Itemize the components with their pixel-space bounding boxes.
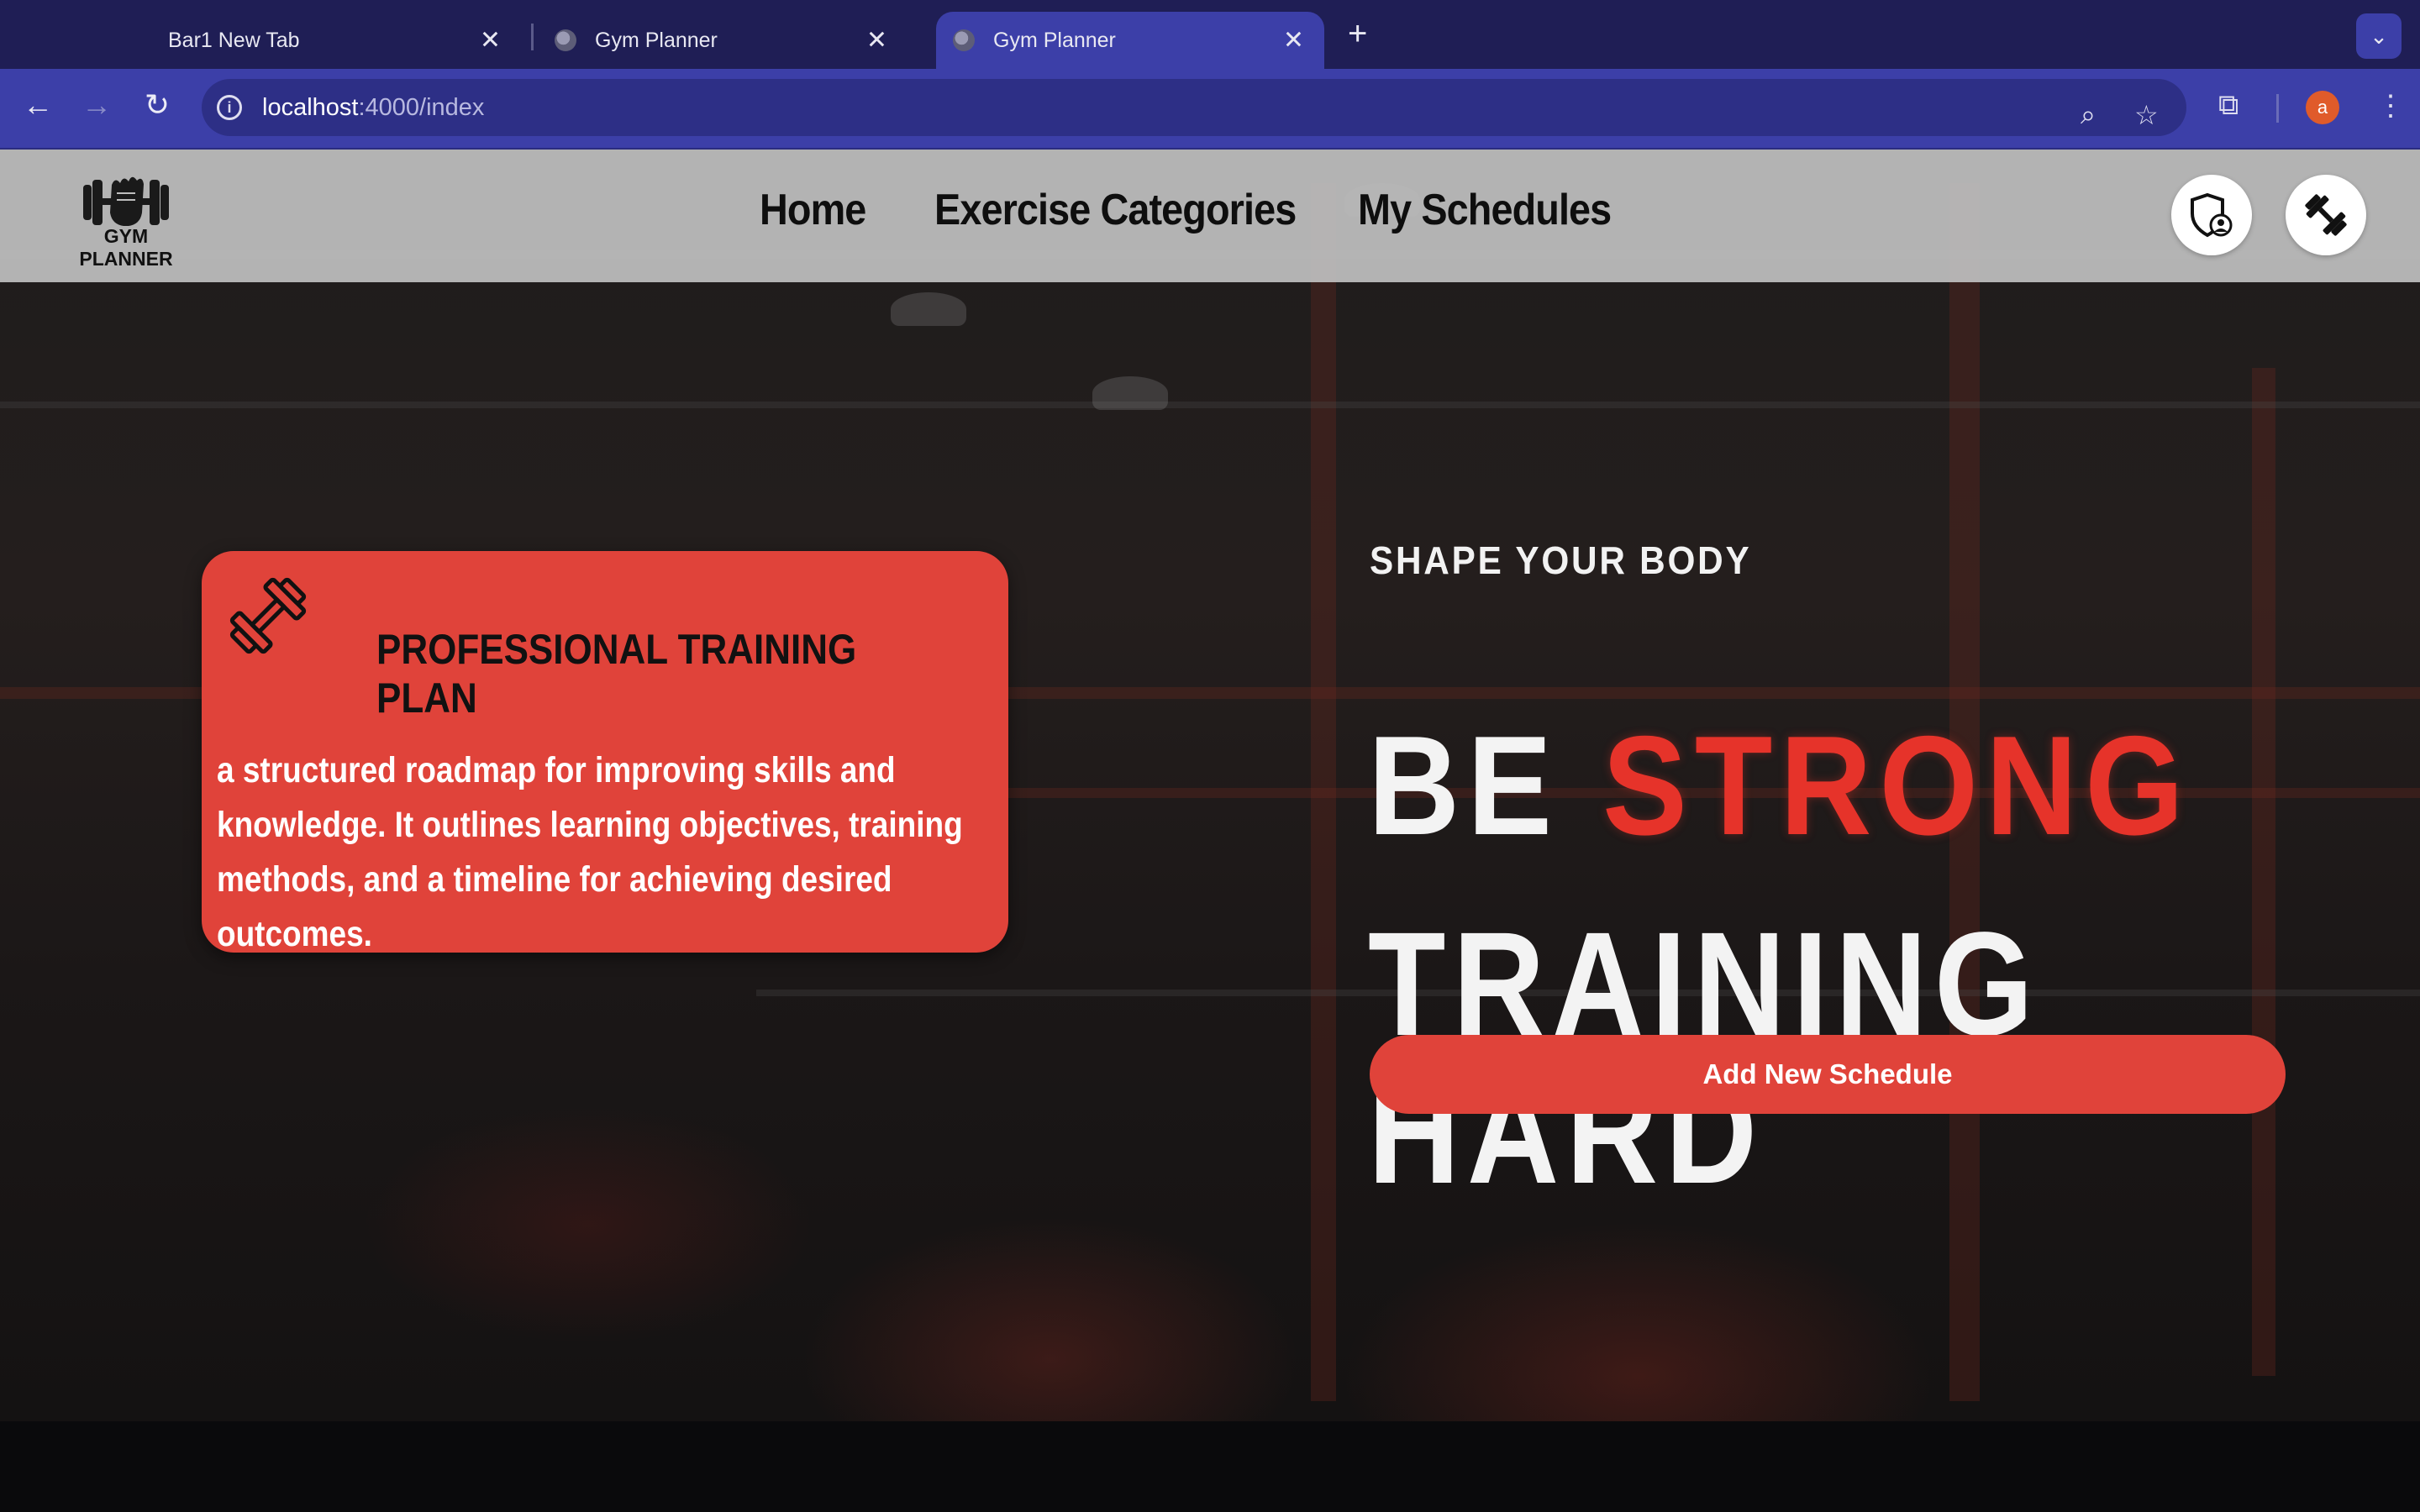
- dumbbell-icon: [229, 577, 307, 654]
- decor: [1092, 376, 1168, 410]
- hero-kicker: SHAPE YOUR BODY: [1370, 538, 1752, 582]
- page-bottom: [0, 1421, 2420, 1512]
- page-viewport: GYM PLANNER Home Exercise Categories My …: [0, 150, 2420, 1512]
- tab-close-icon[interactable]: ✕: [1283, 26, 1304, 55]
- headline-be: BE: [1368, 706, 1560, 864]
- more-menu-icon[interactable]: ⋮: [2376, 89, 2405, 123]
- admin-shield-button[interactable]: [2171, 175, 2252, 255]
- bookmark-star-icon[interactable]: ☆: [2134, 99, 2159, 131]
- url-host: localhost: [262, 93, 359, 121]
- add-new-schedule-button[interactable]: Add New Schedule: [1370, 1035, 2286, 1114]
- browser-tabstrip: Bar1 New Tab ✕ Gym Planner ✕ Gym Planner…: [0, 0, 2420, 69]
- decor: [2252, 368, 2275, 1376]
- forward-arrow-icon[interactable]: →: [76, 87, 118, 123]
- profile-avatar[interactable]: a: [2306, 91, 2339, 124]
- browser-tab-3-active[interactable]: Gym Planner ✕: [936, 12, 1324, 69]
- reload-icon[interactable]: ↻: [136, 87, 178, 123]
- extensions-puzzle-icon[interactable]: ⧉: [2218, 89, 2238, 122]
- tab-title: Gym Planner: [595, 28, 718, 52]
- admin-shield-icon: [2191, 192, 2233, 238]
- dumbbell-icon: [2305, 194, 2347, 236]
- nav-my-schedules-link[interactable]: My Schedules: [1358, 185, 1612, 235]
- tab-search-chevron-icon[interactable]: ⌄: [2356, 13, 2402, 59]
- tab-title: Bar1 New Tab: [168, 28, 300, 52]
- address-bar[interactable]: i localhost:4000/index ⌕ ☆: [202, 79, 2186, 136]
- new-tab-icon[interactable]: +: [1348, 15, 1367, 53]
- tab-close-icon[interactable]: ✕: [480, 26, 501, 55]
- nav-exercise-categories-link[interactable]: Exercise Categories: [934, 185, 1297, 235]
- decor: [891, 292, 966, 326]
- card-body: a structured roadmap for improving skill…: [217, 750, 963, 954]
- site-navbar: GYM PLANNER Home Exercise Categories My …: [0, 150, 2420, 282]
- tab-title: Gym Planner: [993, 28, 1116, 52]
- globe-icon: [953, 29, 975, 51]
- globe-icon: [555, 29, 576, 51]
- logo-text: GYM PLANNER: [79, 225, 173, 270]
- gym-planner-logo[interactable]: GYM PLANNER: [59, 170, 193, 270]
- headline-strong: STRONG: [1602, 706, 2191, 864]
- browser-toolbar: ← → ↻ i localhost:4000/index ⌕ ☆: [0, 69, 2420, 150]
- tab-separator: [531, 24, 534, 50]
- decor: [0, 402, 2420, 408]
- back-arrow-icon[interactable]: ←: [17, 87, 59, 123]
- zoom-icon[interactable]: ⌕: [2081, 99, 2096, 131]
- training-plan-card: PROFESSIONAL TRAINING PLAN a structured …: [202, 551, 1008, 954]
- browser-tab-1[interactable]: Bar1 New Tab ✕: [168, 12, 521, 69]
- card-title: PROFESSIONAL TRAINING PLAN: [376, 625, 857, 722]
- nav-home-link[interactable]: Home: [760, 185, 866, 235]
- hero-headline-line1: BE STRONG: [1368, 715, 2191, 856]
- browser-tab-2[interactable]: Gym Planner ✕: [538, 12, 908, 69]
- site-info-icon[interactable]: i: [217, 95, 242, 120]
- tab-close-icon[interactable]: ✕: [866, 26, 887, 55]
- dumbbell-button[interactable]: [2286, 175, 2366, 255]
- toolbar-separator: [2276, 94, 2279, 123]
- url-path: :4000/index: [358, 93, 485, 121]
